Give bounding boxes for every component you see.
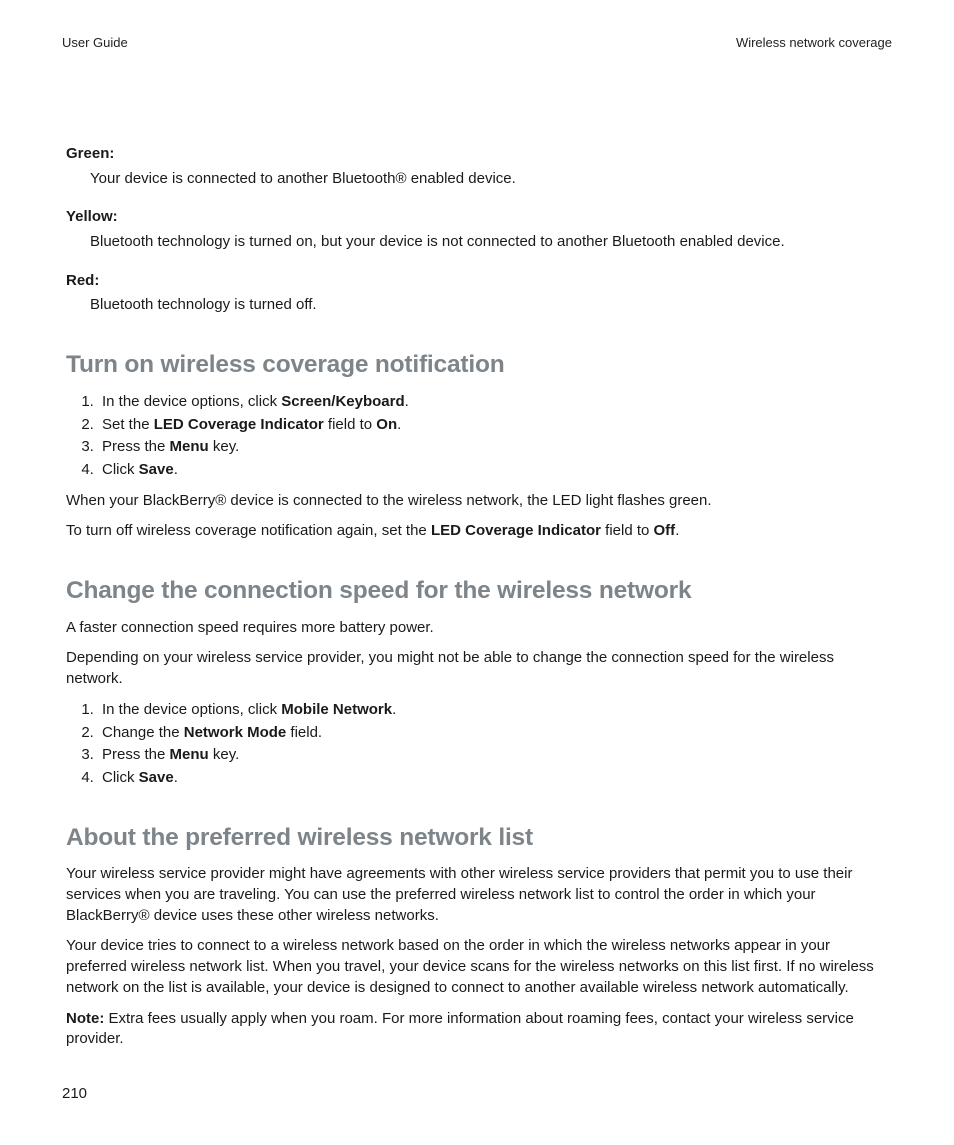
body-text: To turn off wireless coverage notificati… — [66, 522, 431, 539]
note-text: Extra fees usually apply when you roam. … — [66, 1010, 854, 1048]
section-heading-preferred-list: About the preferred wireless network lis… — [66, 821, 888, 855]
step-item: Click Save. — [98, 768, 888, 789]
definition-term: Red: — [66, 271, 888, 292]
step-item: Press the Menu key. — [98, 745, 888, 766]
step-item: Click Save. — [98, 460, 888, 481]
step-text: In the device options, click — [102, 701, 281, 718]
note-label: Note: — [66, 1010, 104, 1027]
step-text: Click — [102, 769, 139, 786]
step-item: In the device options, click Screen/Keyb… — [98, 392, 888, 413]
note-paragraph: Note: Extra fees usually apply when you … — [66, 1009, 888, 1050]
step-text: key. — [209, 746, 240, 763]
definition-term: Green: — [66, 144, 888, 165]
step-bold: Save — [139, 461, 174, 478]
body-text: . — [675, 522, 679, 539]
step-text: Press the — [102, 438, 170, 455]
body-paragraph: Depending on your wireless service provi… — [66, 648, 888, 689]
step-bold: Menu — [170, 746, 209, 763]
step-text: Change the — [102, 724, 184, 741]
definition-list: Green: Your device is connected to anoth… — [66, 144, 888, 316]
body-bold: LED Coverage Indicator — [431, 522, 601, 539]
step-item: In the device options, click Mobile Netw… — [98, 700, 888, 721]
page-number: 210 — [62, 1084, 87, 1105]
definition-term: Yellow: — [66, 207, 888, 228]
body-bold: Off — [654, 522, 676, 539]
step-bold: On — [376, 416, 397, 433]
definition-desc: Your device is connected to another Blue… — [90, 169, 888, 190]
step-text: . — [174, 769, 178, 786]
step-text: key. — [209, 438, 240, 455]
page-content: Green: Your device is connected to anoth… — [62, 144, 892, 1050]
header-right: Wireless network coverage — [736, 34, 892, 52]
step-item: Change the Network Mode field. — [98, 723, 888, 744]
page-header: User Guide Wireless network coverage — [62, 34, 892, 52]
step-text: In the device options, click — [102, 393, 281, 410]
section-heading-turn-on-notification: Turn on wireless coverage notification — [66, 348, 888, 382]
step-text: . — [174, 461, 178, 478]
section-heading-change-speed: Change the connection speed for the wire… — [66, 574, 888, 608]
step-text: . — [392, 701, 396, 718]
step-bold: Mobile Network — [281, 701, 392, 718]
body-paragraph: Your wireless service provider might hav… — [66, 864, 888, 926]
step-text: . — [405, 393, 409, 410]
step-text: Set the — [102, 416, 154, 433]
document-page: User Guide Wireless network coverage Gre… — [0, 0, 954, 1145]
step-bold: Save — [139, 769, 174, 786]
steps-list-2: In the device options, click Mobile Netw… — [66, 700, 888, 789]
step-text: field. — [286, 724, 322, 741]
step-bold: Screen/Keyboard — [281, 393, 404, 410]
header-left: User Guide — [62, 34, 128, 52]
step-bold: Menu — [170, 438, 209, 455]
steps-list-1: In the device options, click Screen/Keyb… — [66, 392, 888, 481]
body-paragraph: A faster connection speed requires more … — [66, 618, 888, 639]
step-bold: Network Mode — [184, 724, 287, 741]
step-bold: LED Coverage Indicator — [154, 416, 324, 433]
body-paragraph: When your BlackBerry® device is connecte… — [66, 491, 888, 512]
step-text: Click — [102, 461, 139, 478]
definition-desc: Bluetooth technology is turned off. — [90, 295, 888, 316]
body-paragraph: Your device tries to connect to a wirele… — [66, 936, 888, 998]
body-paragraph: To turn off wireless coverage notificati… — [66, 521, 888, 542]
step-item: Press the Menu key. — [98, 437, 888, 458]
step-text: field to — [324, 416, 377, 433]
body-text: field to — [601, 522, 654, 539]
definition-desc: Bluetooth technology is turned on, but y… — [90, 232, 888, 253]
step-text: . — [397, 416, 401, 433]
step-text: Press the — [102, 746, 170, 763]
step-item: Set the LED Coverage Indicator field to … — [98, 415, 888, 436]
